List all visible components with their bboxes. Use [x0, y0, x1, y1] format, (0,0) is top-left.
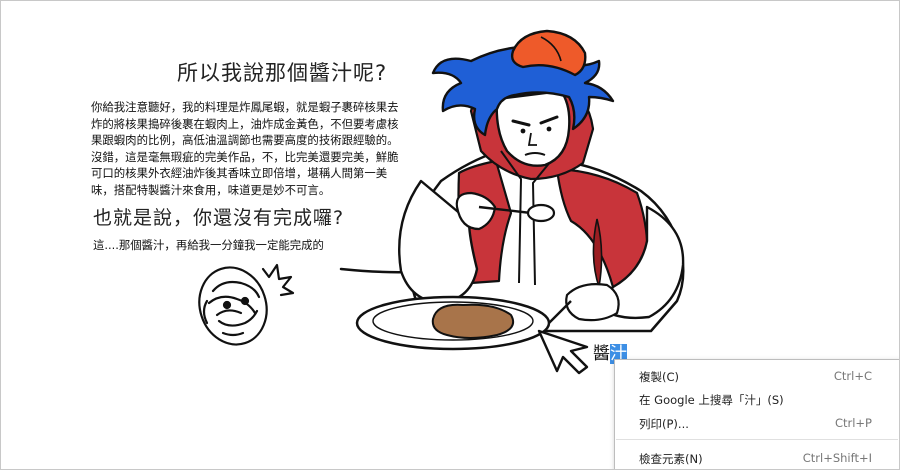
menu-item-shortcut: Ctrl+Shift+I — [802, 451, 872, 465]
menu-item-label: 檢查元素(N) — [639, 452, 703, 466]
context-menu: 複製(C) Ctrl+C 在 Google 上搜尋「汁」(S) 列印(P)...… — [614, 359, 899, 469]
right-hand — [565, 283, 620, 322]
sauce-text-first-char: 醬 — [593, 344, 610, 364]
menu-item-inspect-element[interactable]: 檢查元素(N) Ctrl+Shift+I — [615, 447, 899, 469]
mask-face-doodle — [198, 263, 295, 346]
menu-item-shortcut: Ctrl+C — [833, 369, 872, 383]
menu-item-shortcut: Ctrl+P — [834, 416, 872, 430]
menu-item-label: 在 Google 上搜尋「汁」(S) — [639, 393, 784, 407]
menu-separator — [616, 439, 898, 440]
menu-item-print[interactable]: 列印(P)... Ctrl+P — [615, 412, 899, 434]
mouse-pointer-arrow-icon — [537, 329, 589, 375]
sauce-blob — [431, 303, 515, 339]
menu-item-copy[interactable]: 複製(C) Ctrl+C — [615, 365, 899, 387]
browser-viewport: 所以我說那個醬汁呢? 你給我注意聽好，我的料理是炸鳳尾蝦，就是蝦子裹碎核果去炸的… — [0, 0, 900, 470]
menu-item-label: 複製(C) — [639, 370, 680, 384]
menu-item-label: 列印(P)... — [639, 417, 689, 431]
menu-item-google-search[interactable]: 在 Google 上搜尋「汁」(S) — [615, 388, 899, 410]
